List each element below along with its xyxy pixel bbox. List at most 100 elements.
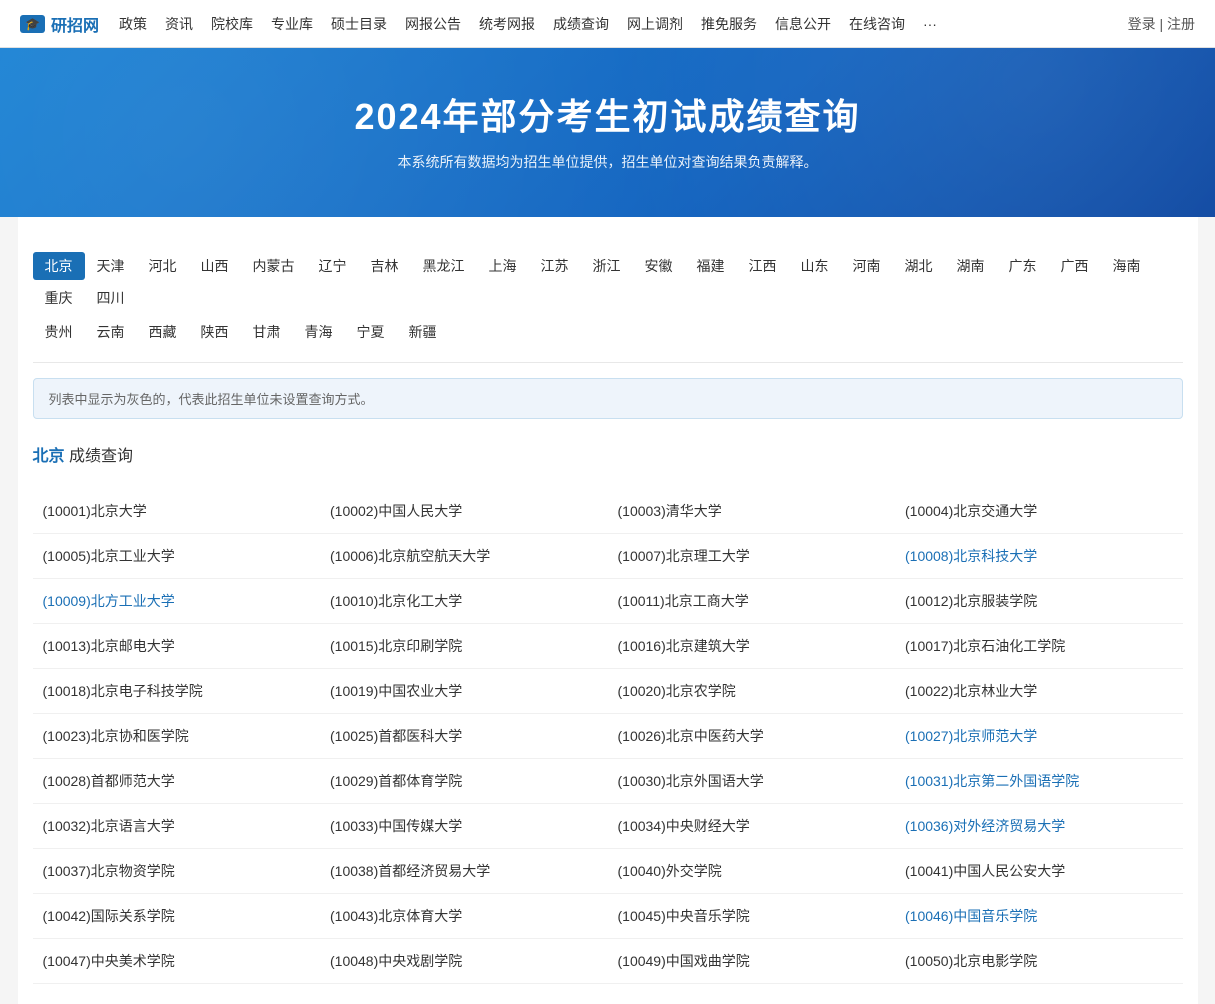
university-cell: (10018)北京电子科技学院 <box>33 669 321 714</box>
nav-item[interactable]: 信息公开 <box>775 16 831 32</box>
login-link[interactable]: 登录 <box>1128 16 1156 32</box>
university-cell: (10005)北京工业大学 <box>33 534 321 579</box>
nav-item[interactable]: 在线咨询 <box>849 16 905 32</box>
table-row: (10042)国际关系学院(10043)北京体育大学(10045)中央音乐学院(… <box>33 894 1183 939</box>
province-btn[interactable]: 安徽 <box>633 252 685 280</box>
university-cell: (10007)北京理工大学 <box>608 534 896 579</box>
province-btn[interactable]: 四川 <box>85 284 137 312</box>
nav-item[interactable]: 统考网报 <box>479 16 535 32</box>
province-btn[interactable]: 上海 <box>477 252 529 280</box>
university-cell: (10048)中央戏剧学院 <box>320 939 608 984</box>
section-title: 北京 成绩查询 <box>33 434 1183 474</box>
navbar: 🎓 研招网 政策 资讯 院校库 专业库 硕士目录 网报公告 统考网报 成绩查询 网上调剂 推免服务… <box>0 0 1215 48</box>
province-btn[interactable]: 重庆 <box>33 284 85 312</box>
province-row-2: 贵州云南西藏陕西甘肃青海宁夏新疆 <box>33 318 1183 346</box>
university-cell[interactable]: (10046)中国音乐学院 <box>895 894 1183 939</box>
university-table: (10001)北京大学(10002)中国人民大学(10003)清华大学(1000… <box>33 489 1183 984</box>
university-cell: (10037)北京物资学院 <box>33 849 321 894</box>
university-cell[interactable]: (10027)北京师范大学 <box>895 714 1183 759</box>
table-row: (10023)北京协和医学院(10025)首都医科大学(10026)北京中医药大… <box>33 714 1183 759</box>
nav-item[interactable]: 推免服务 <box>701 16 757 32</box>
university-cell: (10017)北京石油化工学院 <box>895 624 1183 669</box>
logo-icon: 🎓 <box>20 15 45 33</box>
table-row: (10018)北京电子科技学院(10019)中国农业大学(10020)北京农学院… <box>33 669 1183 714</box>
university-link[interactable]: (10027)北京师范大学 <box>905 728 1037 744</box>
university-cell: (10023)北京协和医学院 <box>33 714 321 759</box>
university-cell: (10020)北京农学院 <box>608 669 896 714</box>
province-btn[interactable]: 西藏 <box>137 318 189 346</box>
site-logo[interactable]: 🎓 研招网 <box>20 12 99 36</box>
table-row: (10001)北京大学(10002)中国人民大学(10003)清华大学(1000… <box>33 489 1183 534</box>
province-btn[interactable]: 天津 <box>85 252 137 280</box>
table-row: (10032)北京语言大学(10033)中国传媒大学(10034)中央财经大学(… <box>33 804 1183 849</box>
province-btn[interactable]: 江苏 <box>529 252 581 280</box>
university-cell: (10033)中国传媒大学 <box>320 804 608 849</box>
province-tabs: 北京天津河北山西内蒙古辽宁吉林黑龙江上海江苏浙江安徽福建江西山东河南湖北湖南广东… <box>33 237 1183 363</box>
university-cell: (10038)首都经济贸易大学 <box>320 849 608 894</box>
province-btn[interactable]: 山东 <box>789 252 841 280</box>
logo-text: 研招网 <box>51 12 99 36</box>
nav-item[interactable]: 院校库 <box>211 16 253 32</box>
province-btn[interactable]: 广东 <box>997 252 1049 280</box>
notice-text: 列表中显示为灰色的，代表此招生单位未设置查询方式。 <box>49 392 374 407</box>
province-btn[interactable]: 云南 <box>85 318 137 346</box>
university-cell: (10022)北京林业大学 <box>895 669 1183 714</box>
province-btn[interactable]: 山西 <box>189 252 241 280</box>
university-cell: (10026)北京中医药大学 <box>608 714 896 759</box>
university-cell[interactable]: (10036)对外经济贸易大学 <box>895 804 1183 849</box>
university-cell: (10006)北京航空航天大学 <box>320 534 608 579</box>
nav-item[interactable]: 资讯 <box>165 16 193 32</box>
university-cell: (10047)中央美术学院 <box>33 939 321 984</box>
province-btn[interactable]: 黑龙江 <box>411 252 477 280</box>
nav-item[interactable]: 网上调剂 <box>627 16 683 32</box>
province-btn[interactable]: 辽宁 <box>307 252 359 280</box>
university-cell[interactable]: (10008)北京科技大学 <box>895 534 1183 579</box>
nav-item[interactable]: 硕士目录 <box>331 16 387 32</box>
table-row: (10009)北方工业大学(10010)北京化工大学(10011)北京工商大学(… <box>33 579 1183 624</box>
university-cell: (10041)中国人民公安大学 <box>895 849 1183 894</box>
province-btn[interactable]: 福建 <box>685 252 737 280</box>
province-btn[interactable]: 海南 <box>1101 252 1153 280</box>
university-cell[interactable]: (10031)北京第二外国语学院 <box>895 759 1183 804</box>
nav-item[interactable]: 专业库 <box>271 16 313 32</box>
main-content: 北京天津河北山西内蒙古辽宁吉林黑龙江上海江苏浙江安徽福建江西山东河南湖北湖南广东… <box>18 217 1198 1004</box>
nav-item[interactable]: 政策 <box>119 16 147 32</box>
university-link[interactable]: (10036)对外经济贸易大学 <box>905 818 1065 834</box>
province-btn[interactable]: 陕西 <box>189 318 241 346</box>
province-btn[interactable]: 北京 <box>33 252 85 280</box>
nav-item[interactable]: ··· <box>923 16 937 32</box>
university-cell[interactable]: (10009)北方工业大学 <box>33 579 321 624</box>
nav-item[interactable]: 成绩查询 <box>553 16 609 32</box>
province-btn[interactable]: 广西 <box>1049 252 1101 280</box>
register-link[interactable]: 注册 <box>1167 16 1195 32</box>
province-btn[interactable]: 宁夏 <box>345 318 397 346</box>
province-btn[interactable]: 河北 <box>137 252 189 280</box>
province-btn[interactable]: 新疆 <box>397 318 449 346</box>
university-cell: (10011)北京工商大学 <box>608 579 896 624</box>
university-link[interactable]: (10009)北方工业大学 <box>43 593 175 609</box>
university-cell: (10032)北京语言大学 <box>33 804 321 849</box>
province-btn[interactable]: 贵州 <box>33 318 85 346</box>
province-btn[interactable]: 浙江 <box>581 252 633 280</box>
province-btn[interactable]: 河南 <box>841 252 893 280</box>
hero-banner: 2024年部分考生初试成绩查询 本系统所有数据均为招生单位提供，招生单位对查询结… <box>0 48 1215 217</box>
table-row: (10047)中央美术学院(10048)中央戏剧学院(10049)中国戏曲学院(… <box>33 939 1183 984</box>
university-link[interactable]: (10046)中国音乐学院 <box>905 908 1037 924</box>
table-row: (10028)首都师范大学(10029)首都体育学院(10030)北京外国语大学… <box>33 759 1183 804</box>
province-btn[interactable]: 内蒙古 <box>241 252 307 280</box>
province-btn[interactable]: 江西 <box>737 252 789 280</box>
university-link[interactable]: (10008)北京科技大学 <box>905 548 1037 564</box>
university-link[interactable]: (10031)北京第二外国语学院 <box>905 773 1079 789</box>
province-btn[interactable]: 青海 <box>293 318 345 346</box>
province-btn[interactable]: 甘肃 <box>241 318 293 346</box>
province-btn[interactable]: 湖北 <box>893 252 945 280</box>
nav-item[interactable]: 网报公告 <box>405 16 461 32</box>
province-btn[interactable]: 湖南 <box>945 252 997 280</box>
hero-title: 2024年部分考生初试成绩查询 <box>20 88 1195 140</box>
university-cell: (10050)北京电影学院 <box>895 939 1183 984</box>
university-cell: (10042)国际关系学院 <box>33 894 321 939</box>
province-btn[interactable]: 吉林 <box>359 252 411 280</box>
university-cell: (10025)首都医科大学 <box>320 714 608 759</box>
university-cell: (10040)外交学院 <box>608 849 896 894</box>
table-row: (10005)北京工业大学(10006)北京航空航天大学(10007)北京理工大… <box>33 534 1183 579</box>
